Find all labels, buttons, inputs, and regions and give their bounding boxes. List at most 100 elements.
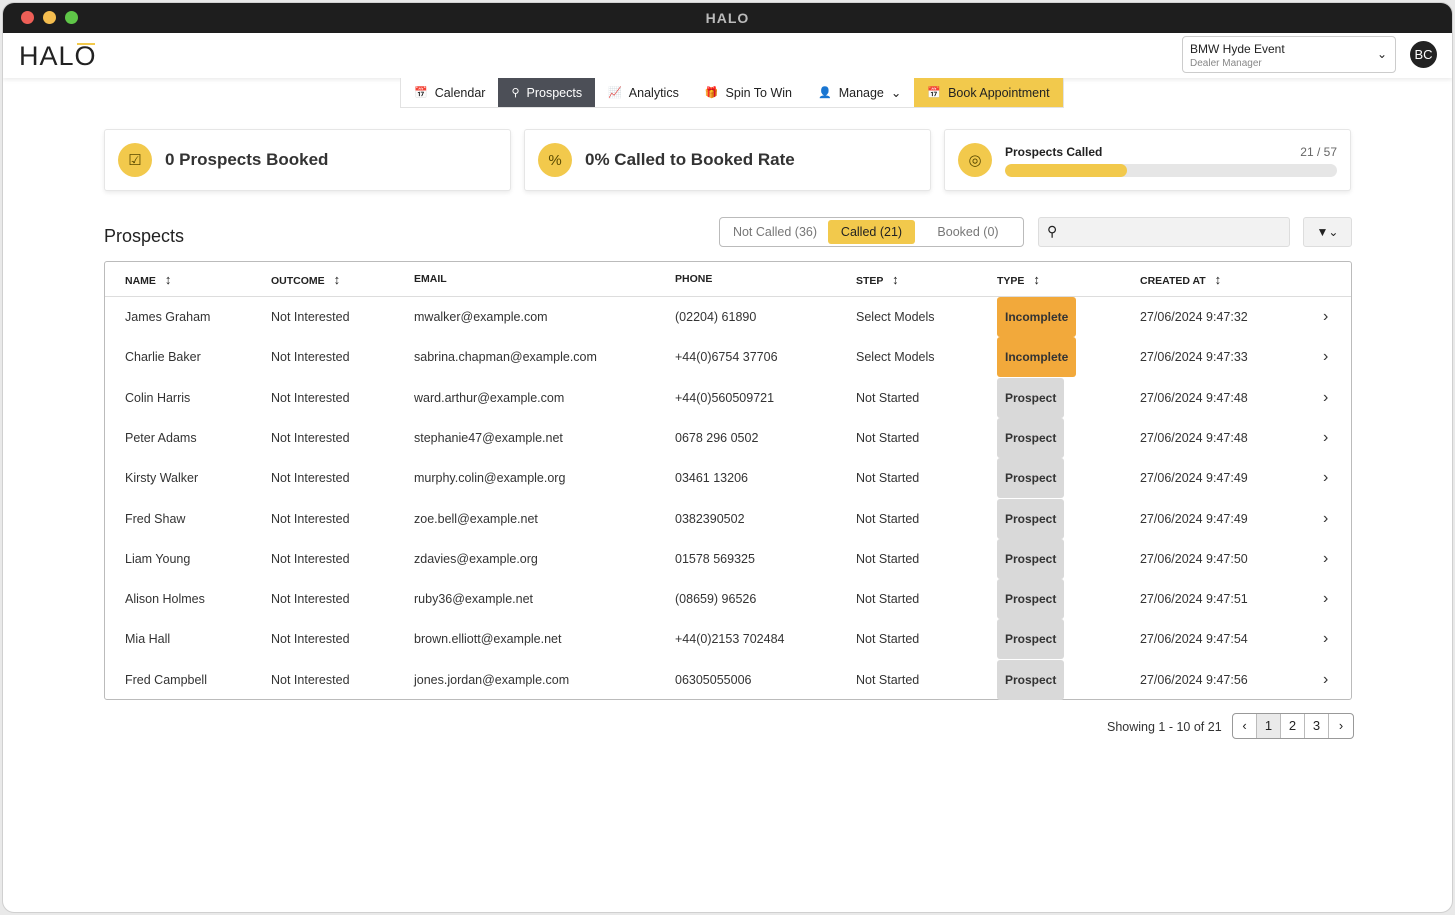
table-row[interactable]: Kirsty Walker Not Interested murphy.colin@… <box>105 458 1351 499</box>
type-badge: Prospect <box>997 538 1065 579</box>
maximize-window-button[interactable] <box>65 11 78 24</box>
column-label: CREATED AT <box>1140 275 1206 287</box>
table-row[interactable]: Charlie Baker Not Interested sabrina.chapm… <box>105 337 1351 378</box>
cell-created-at: 27/06/2024 9:47:33 <box>1140 350 1248 365</box>
cell-phone: +44(0)6754 37706 <box>675 350 778 365</box>
tab-booked[interactable]: Booked (0) <box>915 220 1021 244</box>
title-bar: HALO <box>3 3 1452 33</box>
chevron-right-icon[interactable]: › <box>1323 458 1328 498</box>
cell-phone: (08659) 96526 <box>675 592 757 607</box>
cell-name: Charlie Baker <box>125 350 201 365</box>
window-title: HALO <box>705 10 750 26</box>
sort-icon[interactable]: ↕ <box>1033 272 1040 287</box>
cell-step: Not Started <box>856 551 920 566</box>
cell-outcome: Not Interested <box>271 592 350 607</box>
chevron-right-icon[interactable]: › <box>1323 418 1328 458</box>
column-header[interactable]: STEP ↕ <box>856 262 899 299</box>
column-header: EMAIL <box>414 262 447 297</box>
table-row[interactable]: Alison Holmes Not Interested ruby36@exampl… <box>105 579 1351 620</box>
filter-button[interactable]: ▼⌄ <box>1303 217 1352 247</box>
halo-logo[interactable]: HALO <box>19 41 97 72</box>
cell-email: sabrina.chapman@example.com <box>414 350 597 365</box>
chevron-right-icon[interactable]: › <box>1323 660 1328 700</box>
sort-icon[interactable]: ↕ <box>1215 272 1222 287</box>
pagination: ‹ 1 2 3 › <box>1232 713 1354 739</box>
column-header[interactable]: TYPE ↕ <box>997 262 1040 299</box>
chevron-right-icon[interactable]: › <box>1323 337 1328 377</box>
table-row[interactable]: Colin Harris Not Interested ward.arthur@ex… <box>105 377 1351 418</box>
event-selector[interactable]: BMW Hyde Event Dealer Manager ⌄ <box>1182 36 1396 73</box>
table-row[interactable]: Peter Adams Not Interested stephanie47@exa… <box>105 417 1351 458</box>
cell-created-at: 27/06/2024 9:47:54 <box>1140 632 1248 647</box>
user-icon: 👤 <box>818 86 832 99</box>
cell-outcome: Not Interested <box>271 471 350 486</box>
nav-analytics[interactable]: 📈 Analytics <box>595 78 692 107</box>
cell-outcome: Not Interested <box>271 632 350 647</box>
progress-fill <box>1005 164 1128 177</box>
tab-called[interactable]: Called (21) <box>828 220 915 244</box>
cell-outcome: Not Interested <box>271 430 350 445</box>
cell-step: Not Started <box>856 632 920 647</box>
cell-created-at: 27/06/2024 9:47:49 <box>1140 471 1248 486</box>
calendar-plus-icon: 📅 <box>927 86 942 99</box>
chevron-right-icon[interactable]: › <box>1323 297 1328 337</box>
cell-name: Fred Campbell <box>125 672 207 687</box>
sort-icon[interactable]: ↕ <box>892 272 899 287</box>
nav-label: Manage <box>838 85 884 100</box>
nav-calendar[interactable]: 📅 Calendar <box>401 78 498 107</box>
avatar[interactable]: BC <box>1410 41 1437 68</box>
cell-phone: 01578 569325 <box>675 551 755 566</box>
nav-book-appointment[interactable]: 📅 Book Appointment <box>914 78 1063 107</box>
cell-created-at: 27/06/2024 9:47:56 <box>1140 672 1248 687</box>
cell-outcome: Not Interested <box>271 390 350 405</box>
cell-name: James Graham <box>125 310 211 324</box>
prospects-booked-card: ☑ 0 Prospects Booked <box>104 129 511 191</box>
page-button[interactable]: 2 <box>1281 714 1305 738</box>
chevron-right-icon[interactable]: › <box>1323 378 1328 418</box>
cell-name: Liam Young <box>125 551 191 566</box>
table-row[interactable]: Mia Hall Not Interested brown.elliott@exam… <box>105 619 1351 660</box>
nav-prospects[interactable]: ⚲ Prospects <box>498 78 596 107</box>
table-row[interactable]: Fred Campbell Not Interested jones.jordan@… <box>105 659 1351 700</box>
type-badge: Prospect <box>997 458 1065 499</box>
column-label: EMAIL <box>414 273 447 285</box>
cell-outcome: Not Interested <box>271 672 350 687</box>
close-window-button[interactable] <box>21 11 34 24</box>
gift-icon: 🎁 <box>704 86 719 99</box>
chevron-right-icon[interactable]: › <box>1323 619 1328 659</box>
chevron-right-icon[interactable]: › <box>1323 499 1328 539</box>
tab-not-called[interactable]: Not Called (36) <box>722 220 828 244</box>
type-badge: Prospect <box>997 659 1065 700</box>
chevron-right-icon[interactable]: › <box>1323 579 1328 619</box>
nav-label: Calendar <box>434 85 486 100</box>
page-button[interactable]: 3 <box>1305 714 1329 738</box>
chevron-right-icon[interactable]: › <box>1323 539 1328 579</box>
type-badge: Prospect <box>997 619 1065 660</box>
search-input[interactable] <box>1069 218 1284 246</box>
cell-email: stephanie47@example.net <box>414 430 563 445</box>
nav-spin-to-win[interactable]: 🎁 Spin To Win <box>692 78 805 107</box>
sort-icon[interactable]: ↕ <box>165 272 172 287</box>
table-row[interactable]: James Graham Not Interested mwalker@exampl… <box>105 297 1351 337</box>
nav-manage[interactable]: 👤 Manage ⌄ <box>805 78 914 107</box>
cell-created-at: 27/06/2024 9:47:48 <box>1140 390 1248 405</box>
next-page-button[interactable]: › <box>1329 714 1353 738</box>
prospects-title: Prospects <box>104 226 185 246</box>
nav-label: Spin To Win <box>725 85 792 100</box>
nav-label: Analytics <box>628 85 679 100</box>
cell-outcome: Not Interested <box>271 511 350 526</box>
column-header[interactable]: OUTCOME ↕ <box>271 262 340 299</box>
cell-email: zdavies@example.org <box>414 551 538 566</box>
column-label: NAME <box>125 275 156 287</box>
table-row[interactable]: Fred Shaw Not Interested zoe.bell@example.… <box>105 498 1351 539</box>
sort-icon[interactable]: ↕ <box>334 272 341 287</box>
column-header[interactable]: CREATED AT ↕ <box>1140 262 1221 299</box>
minimize-window-button[interactable] <box>43 11 56 24</box>
cell-name: Mia Hall <box>125 632 171 647</box>
prev-page-button[interactable]: ‹ <box>1233 714 1257 738</box>
column-label: OUTCOME <box>271 275 325 287</box>
cell-step: Not Started <box>856 430 920 445</box>
column-header[interactable]: NAME ↕ <box>125 262 171 299</box>
table-row[interactable]: Liam Young Not Interested zdavies@example.… <box>105 538 1351 579</box>
page-button[interactable]: 1 <box>1257 714 1281 738</box>
